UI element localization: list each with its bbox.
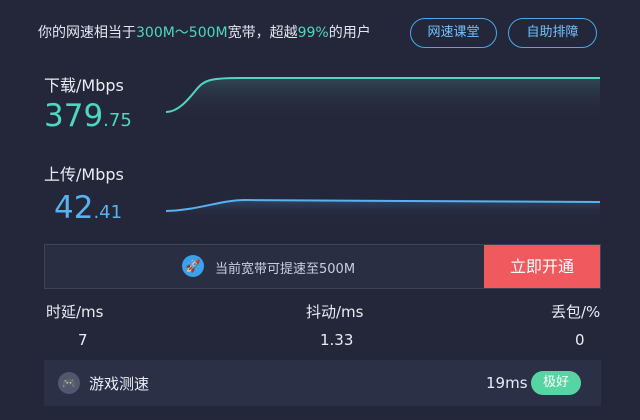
speed-course-button[interactable]: 网速课堂	[410, 18, 497, 48]
upload-speed-dec: .41	[93, 202, 123, 223]
upgrade-info: 🚀 当前宽带可提速至500M	[45, 245, 486, 288]
gamepad-icon: 🎮	[58, 372, 80, 394]
jitter-value: 1.33	[320, 331, 354, 349]
upgrade-banner: 🚀 当前宽带可提速至500M 立即开通	[44, 244, 601, 289]
upload-speed-int: 42	[54, 190, 94, 226]
rocket-icon: 🚀	[182, 255, 204, 277]
download-speed: 379.75	[44, 98, 132, 134]
upload-speed: 42.41	[54, 190, 122, 226]
game-speed-label: 游戏测速	[89, 375, 150, 393]
packet-loss-label: 丢包/%	[551, 303, 601, 321]
jitter-label: 抖动/ms	[306, 303, 364, 321]
download-speed-dec: .75	[103, 110, 132, 131]
upload-graph-area	[166, 200, 600, 220]
summary-range: 300M～500M	[136, 25, 228, 41]
game-quality-badge: 极好	[531, 371, 581, 395]
speed-graph	[165, 77, 600, 220]
packet-loss-value: 0	[575, 331, 585, 349]
upgrade-text: 当前宽带可提速至500M	[215, 262, 356, 277]
latency-value: 7	[78, 331, 88, 349]
summary-prefix: 你的网速相当于	[38, 25, 136, 41]
speed-summary: 你的网速相当于300M～500M宽带，超越99%的用户	[38, 22, 371, 42]
download-graph-area	[166, 78, 600, 120]
summary-middle: 宽带，超越	[227, 25, 298, 41]
self-troubleshoot-button[interactable]: 自助排障	[508, 18, 597, 48]
activate-now-button[interactable]: 立即开通	[484, 245, 600, 288]
download-speed-int: 379	[44, 98, 104, 134]
game-speed-row[interactable]: 🎮 游戏测速 19ms 极好	[44, 360, 601, 406]
game-latency: 19ms	[486, 374, 528, 392]
latency-label: 时延/ms	[46, 303, 104, 321]
summary-suffix: 的用户	[328, 25, 371, 41]
upload-label: 上传/Mbps	[44, 165, 124, 184]
summary-percent: 99%	[297, 25, 329, 41]
download-label: 下载/Mbps	[44, 76, 124, 95]
